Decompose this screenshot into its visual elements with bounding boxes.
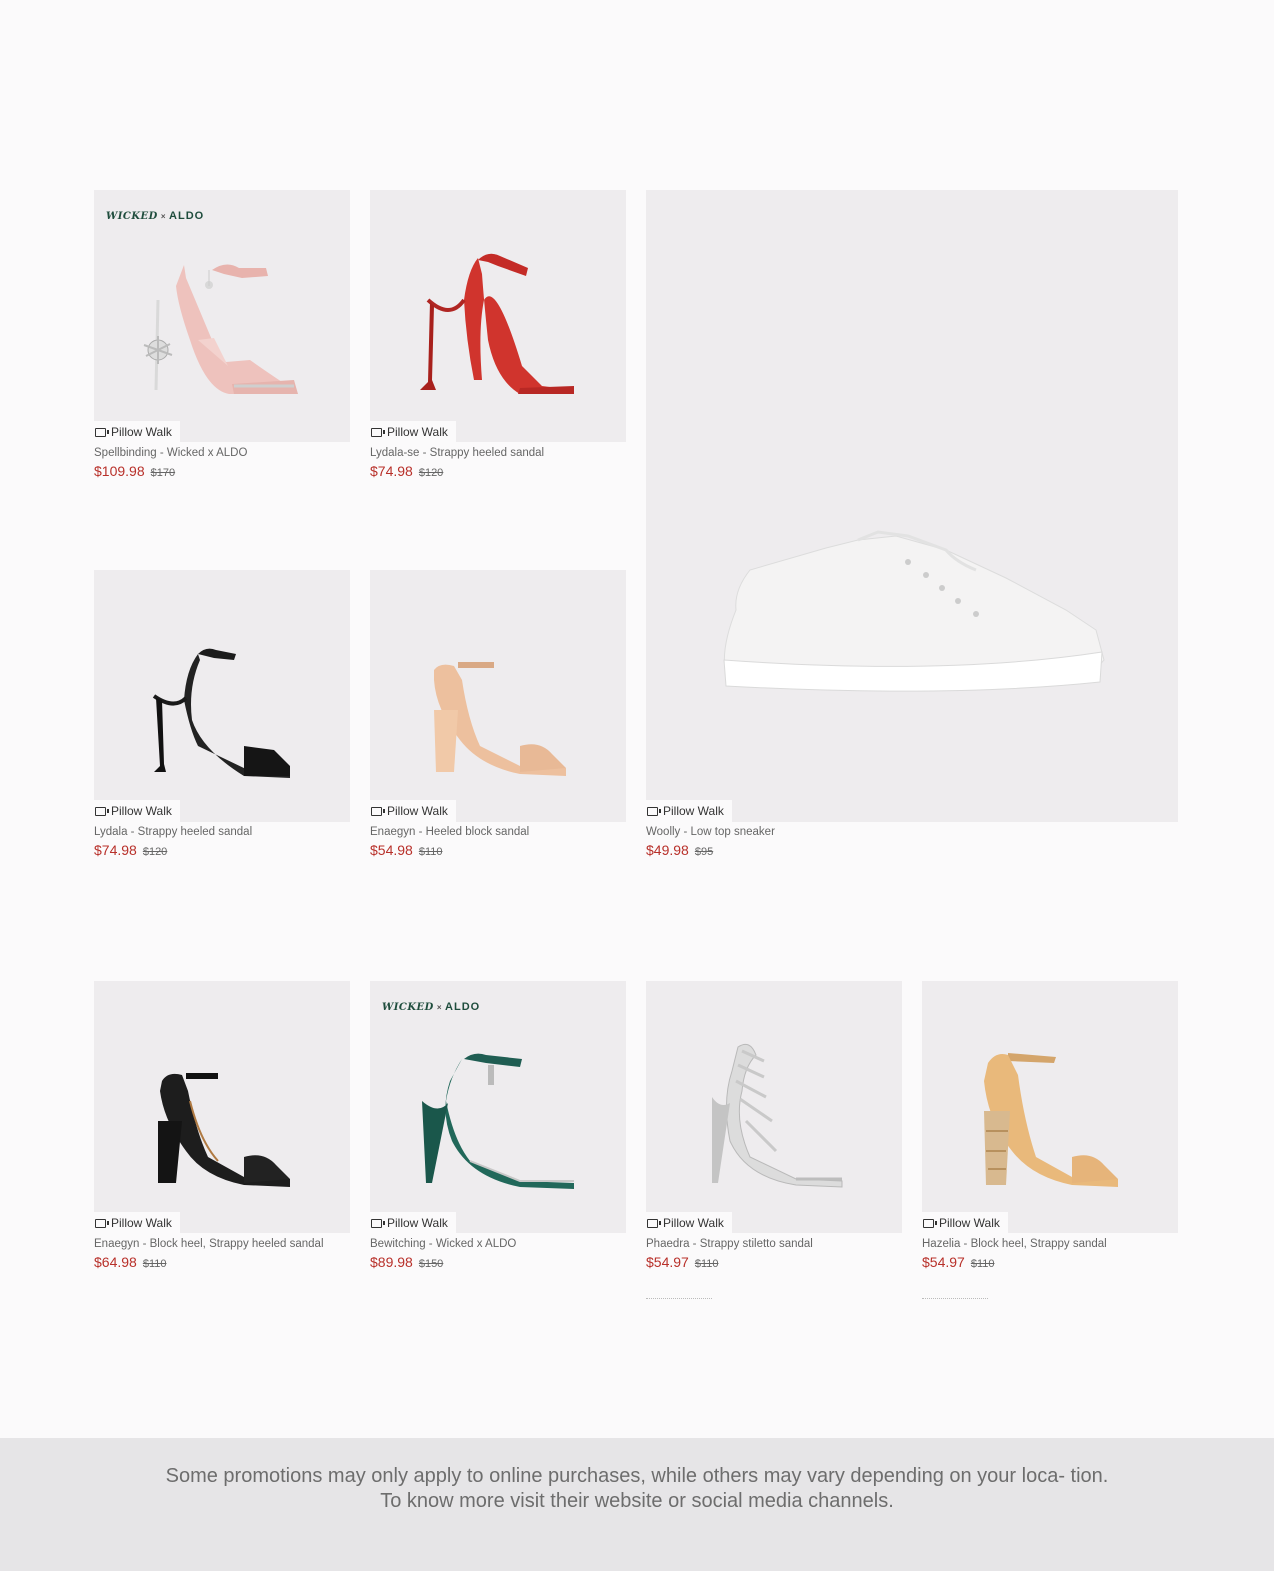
product-name[interactable]: Enaegyn - Block heel, Strappy heeled san… <box>94 1238 324 1250</box>
product-price: $64.98 $110 <box>94 1254 166 1272</box>
product-image[interactable]: WICKED × ALDO <box>370 981 626 1233</box>
original-price: $150 <box>418 1258 444 1270</box>
video-icon <box>95 1218 109 1228</box>
original-price: $110 <box>418 846 443 858</box>
product-card-featured[interactable]: Pillow Walk Woolly - Low top sneaker $49… <box>646 190 1178 870</box>
product-image[interactable] <box>370 570 626 822</box>
pillow-walk-badge: Pillow Walk <box>370 421 456 443</box>
pillow-walk-badge: Pillow Walk <box>94 800 180 822</box>
pillow-walk-badge: Pillow Walk <box>94 421 180 443</box>
pillow-walk-badge: Pillow Walk <box>646 800 732 822</box>
product-image[interactable]: WICKED × ALDO <box>94 190 350 442</box>
product-name[interactable]: Enaegyn - Heeled block sandal <box>370 826 529 838</box>
product-image[interactable] <box>94 981 350 1233</box>
pillow-walk-badge: Pillow Walk <box>646 1212 732 1234</box>
video-icon <box>95 806 109 816</box>
product-price: $54.97 $110 <box>646 1254 718 1272</box>
product-price: $54.97 $110 <box>922 1254 994 1272</box>
sale-price: $109.98 <box>94 463 145 479</box>
product-card[interactable]: Pillow Walk Phaedra - Strappy stiletto s… <box>646 981 902 1281</box>
product-price: $49.98 $95 <box>646 842 713 860</box>
product-card[interactable]: WICKED × ALDO Pillow Walk Spellbinding -… <box>94 190 350 490</box>
product-card[interactable]: Pillow Walk Enaegyn - Heeled block sanda… <box>370 570 626 870</box>
sale-price: $74.98 <box>370 463 413 479</box>
product-image[interactable] <box>922 981 1178 1233</box>
product-card[interactable]: Pillow Walk Lydala-se - Strappy heeled s… <box>370 190 626 490</box>
divider <box>922 1298 988 1301</box>
product-image[interactable] <box>94 570 350 822</box>
sneaker-illustration <box>723 530 1105 692</box>
product-price: $89.98 $150 <box>370 1254 443 1272</box>
product-price: $74.98 $120 <box>94 842 167 860</box>
shoe-illustration <box>152 648 290 778</box>
sale-price: $54.97 <box>646 1254 689 1270</box>
original-price: $110 <box>142 1258 167 1270</box>
pillow-walk-badge: Pillow Walk <box>370 800 456 822</box>
video-icon <box>923 1218 937 1228</box>
shoe-illustration <box>984 1053 1118 1187</box>
original-price: $170 <box>150 467 176 479</box>
video-icon <box>95 427 109 437</box>
product-image[interactable] <box>370 190 626 442</box>
product-image[interactable] <box>646 981 902 1233</box>
product-name[interactable]: Bewitching - Wicked x ALDO <box>370 1238 516 1250</box>
product-name[interactable]: Lydala - Strappy heeled sandal <box>94 826 252 838</box>
sale-price: $54.97 <box>922 1254 965 1270</box>
product-name[interactable]: Hazelia - Block heel, Strappy sandal <box>922 1238 1107 1250</box>
sale-price: $54.98 <box>370 842 413 858</box>
product-name[interactable]: Phaedra - Strappy stiletto sandal <box>646 1238 813 1250</box>
original-price: $120 <box>418 467 444 479</box>
shoe-illustration <box>143 264 298 394</box>
video-icon <box>647 806 661 816</box>
pillow-walk-badge: Pillow Walk <box>370 1212 456 1234</box>
product-card[interactable]: Pillow Walk Lydala - Strappy heeled sand… <box>94 570 350 870</box>
original-price: $110 <box>694 1258 719 1270</box>
product-card[interactable]: WICKED × ALDO Pillow Walk Bewitching - W… <box>370 981 626 1281</box>
sale-price: $74.98 <box>94 842 137 858</box>
product-name[interactable]: Woolly - Low top sneaker <box>646 826 775 838</box>
product-price: $109.98 $170 <box>94 463 175 481</box>
shoe-illustration <box>158 1073 290 1187</box>
pillow-walk-badge: Pillow Walk <box>94 1212 180 1234</box>
original-price: $95 <box>694 846 714 858</box>
sale-price: $64.98 <box>94 1254 137 1270</box>
product-image[interactable] <box>646 190 1178 822</box>
original-price: $110 <box>970 1258 995 1270</box>
video-icon <box>371 806 385 816</box>
shoe-illustration <box>434 662 566 776</box>
shoe-illustration <box>420 253 574 394</box>
product-name[interactable]: Lydala-se - Strappy heeled sandal <box>370 447 544 459</box>
product-price: $74.98 $120 <box>370 463 443 481</box>
sale-price: $89.98 <box>370 1254 413 1270</box>
disclaimer-text: Some promotions may only apply to online… <box>165 1465 1109 1512</box>
video-icon <box>371 427 385 437</box>
product-card[interactable]: Pillow Walk Enaegyn - Block heel, Strapp… <box>94 981 350 1281</box>
shoe-illustration <box>422 1053 574 1189</box>
product-name[interactable]: Spellbinding - Wicked x ALDO <box>94 447 247 459</box>
divider <box>646 1298 712 1301</box>
product-card[interactable]: Pillow Walk Hazelia - Block heel, Strapp… <box>922 981 1178 1281</box>
shoe-illustration <box>712 1043 843 1188</box>
pillow-walk-badge: Pillow Walk <box>922 1212 1008 1234</box>
promo-disclaimer-footer: Some promotions may only apply to online… <box>0 1438 1274 1571</box>
product-price: $54.98 $110 <box>370 842 442 860</box>
original-price: $120 <box>142 846 168 858</box>
video-icon <box>371 1218 385 1228</box>
sale-price: $49.98 <box>646 842 689 858</box>
video-icon <box>647 1218 661 1228</box>
